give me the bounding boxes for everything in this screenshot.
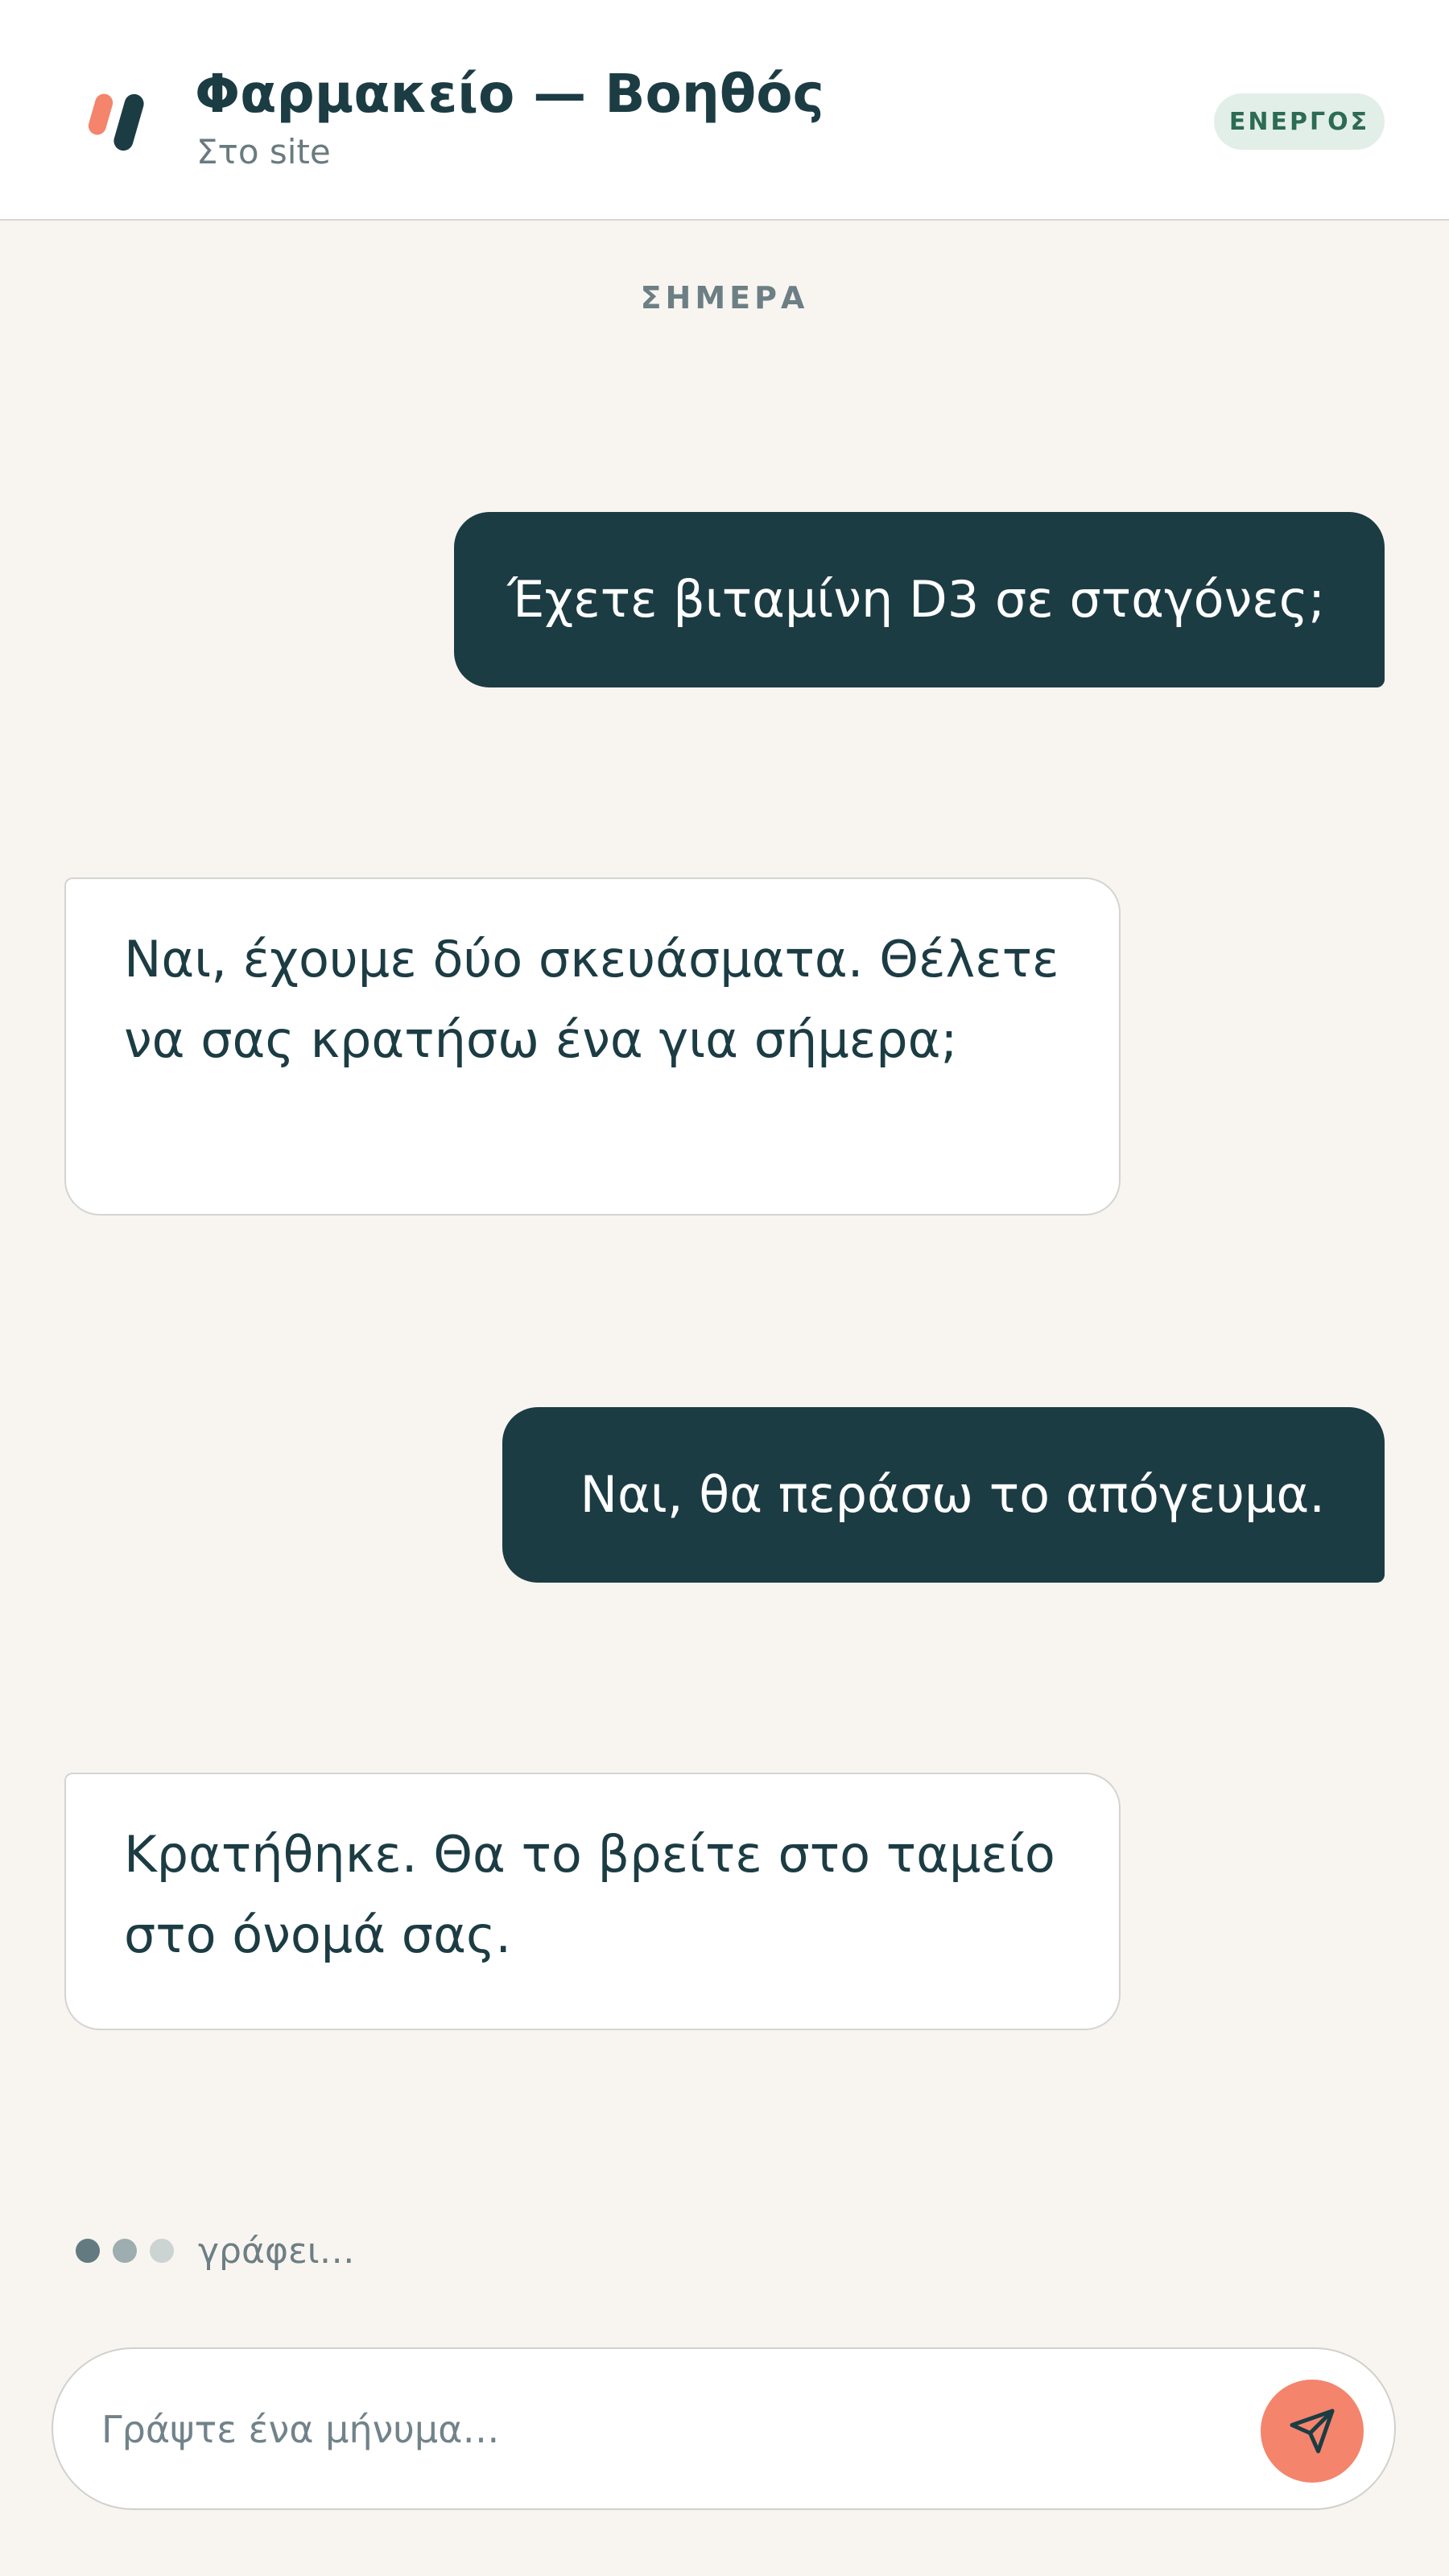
typing-dot: [150, 2239, 174, 2263]
typing-label: γράφει…: [198, 2230, 355, 2272]
send-button[interactable]: [1261, 2380, 1364, 2483]
message-text: Ναι, θα περάσω το απόγευμα.: [580, 1465, 1325, 1524]
chat-header: Φαρμακείο — Βοηθός Στο site ΕΝΕΡΓΟΣ: [0, 0, 1449, 221]
logo-bar-left: [86, 91, 115, 138]
typing-dot: [76, 2239, 100, 2263]
send-icon: [1290, 2409, 1335, 2454]
user-message-bubble: Ναι, θα περάσω το απόγευμα.: [502, 1407, 1385, 1583]
message-input[interactable]: [101, 2381, 1228, 2478]
typing-dot: [113, 2239, 137, 2263]
date-divider: ΣΗΜΕΡΑ: [640, 280, 809, 316]
status-badge: ΕΝΕΡΓΟΣ: [1214, 93, 1385, 150]
message-text: Έχετε βιταμίνη D3 σε σταγόνες;: [507, 570, 1325, 629]
message-text: Κρατήθηκε. Θα το βρείτε στο ταμείο στο ό…: [124, 1825, 1055, 1964]
logo-bar-right: [111, 92, 147, 153]
bot-message-bubble: Ναι, έχουμε δύο σκευάσματα. Θέλετε να σα…: [64, 877, 1121, 1216]
header-subtitle: Στο site: [196, 132, 331, 171]
bot-message-bubble: Κρατήθηκε. Θα το βρείτε στο ταμείο στο ό…: [64, 1773, 1121, 2030]
typing-indicator: γράφει…: [76, 2227, 355, 2275]
header-title: Φαρμακείο — Βοηθός: [195, 63, 824, 125]
message-composer: [52, 2347, 1396, 2510]
pharmacy-logo-icon: [85, 89, 150, 153]
user-message-bubble: Έχετε βιταμίνη D3 σε σταγόνες;: [454, 512, 1385, 687]
message-text: Ναι, έχουμε δύο σκευάσματα. Θέλετε να σα…: [124, 930, 1059, 1069]
